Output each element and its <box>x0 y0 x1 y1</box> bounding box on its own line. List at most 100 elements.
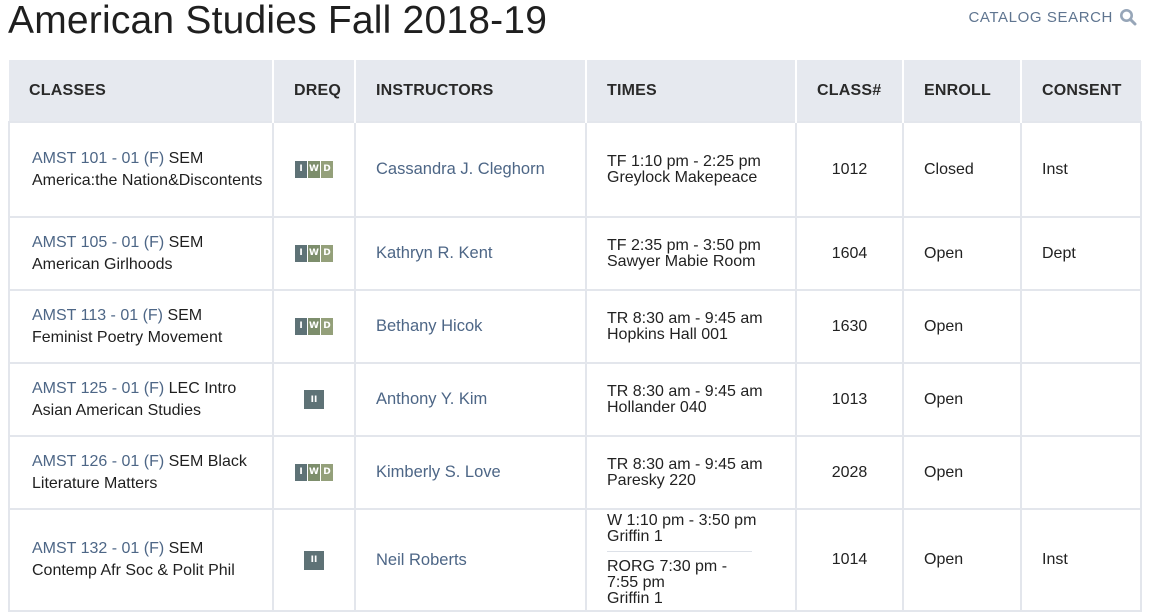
times-cell: TR 8:30 am - 9:45 am Hollander 040 <box>585 362 797 437</box>
header-consent[interactable]: CONSENT <box>1021 60 1141 122</box>
class-cell: AMST 113 - 01 (F) SEM Feminist Poetry Mov… <box>8 289 274 364</box>
instructor-link[interactable]: Kimberly S. Love <box>376 463 501 481</box>
class-cell: AMST 125 - 01 (F) LEC Intro Asian America… <box>8 362 274 437</box>
class-number: 1014 <box>795 508 904 612</box>
catalog-search-label: CATALOG SEARCH <box>968 8 1113 26</box>
table-row: AMST 113 - 01 (F) SEM Feminist Poetry Mov… <box>8 289 1142 364</box>
times-cell: TF 1:10 pm - 2:25 pm Greylock Makepeace <box>585 121 797 218</box>
instructor-cell: Kimberly S. Love <box>354 435 587 510</box>
dreq-cell: IWD <box>272 435 356 510</box>
instructor-cell: Kathryn R. Kent <box>354 216 587 291</box>
class-number: 1012 <box>795 121 904 218</box>
table-row: AMST 126 - 01 (F) SEM Black Literature Ma… <box>8 435 1142 510</box>
course-title: Feminist Poetry Movement <box>32 328 223 346</box>
header-class-number[interactable]: CLASS# <box>796 60 904 122</box>
table-row: AMST 101 - 01 (F) SEM America:the Nation&… <box>8 121 1142 218</box>
class-cell: AMST 126 - 01 (F) SEM Black Literature Ma… <box>8 435 274 510</box>
dreq-badge: I <box>295 160 307 178</box>
dreq-cell: IWD <box>272 121 356 218</box>
dreq-cell: IWD <box>272 289 356 364</box>
consent <box>1020 362 1142 437</box>
instructor-link[interactable]: Neil Roberts <box>376 551 467 569</box>
dreq-badges: II <box>304 550 324 570</box>
dreq-badge: D <box>321 160 333 178</box>
course-link[interactable]: AMST 113 - 01 (F) <box>32 307 163 324</box>
course-title: Contemp Afr Soc & Polit Phil <box>32 562 235 579</box>
dreq-badges: IWD <box>295 160 333 178</box>
table-row: AMST 125 - 01 (F) LEC Intro Asian America… <box>8 362 1142 437</box>
course-type: SEM <box>163 306 203 324</box>
meeting-time: TR 8:30 am - 9:45 am <box>607 382 763 400</box>
header-classes[interactable]: CLASSES <box>9 60 274 122</box>
instructor-link[interactable]: Cassandra J. Cleghorn <box>376 160 545 178</box>
enroll-status: Open <box>902 435 1022 510</box>
dreq-badge: I <box>295 317 307 335</box>
table-row: AMST 132 - 01 (F) SEM Contemp Afr Soc & P… <box>8 508 1142 612</box>
table-header-row: CLASSES DREQ INSTRUCTORS TIMES CLASS# EN… <box>9 60 1141 122</box>
dreq-badge: II <box>304 390 324 409</box>
meeting-place: Paresky 220 <box>607 471 696 489</box>
dreq-badges: IWD <box>295 244 333 262</box>
course-link[interactable]: AMST 101 - 01 (F) <box>32 150 164 167</box>
dreq-badge: W <box>308 244 320 262</box>
dreq-cell: IWD <box>272 216 356 291</box>
dreq-badge: II <box>304 550 324 570</box>
course-type: SEM <box>164 233 204 251</box>
course-type: LEC Intro <box>164 379 237 397</box>
meeting-time: W 1:10 pm - 3:50 pm <box>607 512 757 529</box>
dreq-cell: II <box>272 508 356 612</box>
meeting-time: TR 8:30 am - 9:45 am <box>607 309 763 327</box>
class-number: 1630 <box>795 289 904 364</box>
header-instructors[interactable]: INSTRUCTORS <box>355 60 587 122</box>
dreq-badge: W <box>308 160 320 178</box>
course-link[interactable]: AMST 132 - 01 (F) <box>32 540 164 557</box>
meeting-time: RORG 7:30 pm - 7:55 pm <box>607 558 728 591</box>
catalog-search-link[interactable]: CATALOG SEARCH <box>968 8 1137 26</box>
table-row: AMST 105 - 01 (F) SEM American Girlhoods I… <box>8 216 1142 291</box>
class-cell: AMST 132 - 01 (F) SEM Contemp Afr Soc & P… <box>8 508 274 612</box>
consent: Inst <box>1020 121 1142 218</box>
class-number: 2028 <box>795 435 904 510</box>
course-link[interactable]: AMST 105 - 01 (F) <box>32 234 164 251</box>
meeting-place: Hopkins Hall 001 <box>607 325 728 343</box>
time-slot: W 1:10 pm - 3:50 pm Griffin 1 <box>607 510 795 548</box>
dreq-badges: IWD <box>295 463 333 481</box>
time-slot: TR 8:30 am - 9:45 am Hollander 040 <box>607 381 795 419</box>
header-times[interactable]: TIMES <box>586 60 797 122</box>
meeting-place: Sawyer Mabie Room <box>607 252 756 270</box>
course-title: Literature Matters <box>32 474 158 492</box>
dreq-badge: I <box>295 463 307 481</box>
class-number: 1604 <box>795 216 904 291</box>
course-link[interactable]: AMST 126 - 01 (F) <box>32 453 164 470</box>
consent: Dept <box>1020 216 1142 291</box>
course-type: SEM <box>164 149 204 167</box>
meeting-time: TR 8:30 am - 9:45 am <box>607 455 763 473</box>
course-type: SEM <box>164 540 204 557</box>
times-cell: TF 2:35 pm - 3:50 pm Sawyer Mabie Room <box>585 216 797 291</box>
instructor-cell: Cassandra J. Cleghorn <box>354 121 587 218</box>
times-cell: TR 8:30 am - 9:45 am Paresky 220 <box>585 435 797 510</box>
class-cell: AMST 105 - 01 (F) SEM American Girlhoods <box>8 216 274 291</box>
instructor-cell: Bethany Hicok <box>354 289 587 364</box>
dreq-badge: D <box>321 463 333 481</box>
class-cell: AMST 101 - 01 (F) SEM America:the Nation&… <box>8 121 274 218</box>
course-link[interactable]: AMST 125 - 01 (F) <box>32 380 164 397</box>
meeting-place: Griffin 1 <box>607 590 663 607</box>
header-enroll[interactable]: ENROLL <box>903 60 1022 122</box>
time-slot: TF 2:35 pm - 3:50 pm Sawyer Mabie Room <box>607 235 795 273</box>
instructor-link[interactable]: Anthony Y. Kim <box>376 390 487 408</box>
dreq-badges: IWD <box>295 317 333 335</box>
instructor-link[interactable]: Kathryn R. Kent <box>376 244 492 262</box>
meeting-place: Greylock Makepeace <box>607 168 758 186</box>
course-title: American Girlhoods <box>32 255 173 273</box>
consent: Inst <box>1020 508 1142 612</box>
dreq-cell: II <box>272 362 356 437</box>
dreq-badge: D <box>321 244 333 262</box>
header-dreq[interactable]: DREQ <box>273 60 356 122</box>
meeting-place: Griffin 1 <box>607 528 663 545</box>
consent <box>1020 435 1142 510</box>
enroll-status: Open <box>902 362 1022 437</box>
course-title: America:the Nation&Discontents <box>32 171 263 189</box>
instructor-link[interactable]: Bethany Hicok <box>376 317 482 335</box>
times-cell: W 1:10 pm - 3:50 pm Griffin 1 RORG 7:30 pm… <box>585 508 797 612</box>
